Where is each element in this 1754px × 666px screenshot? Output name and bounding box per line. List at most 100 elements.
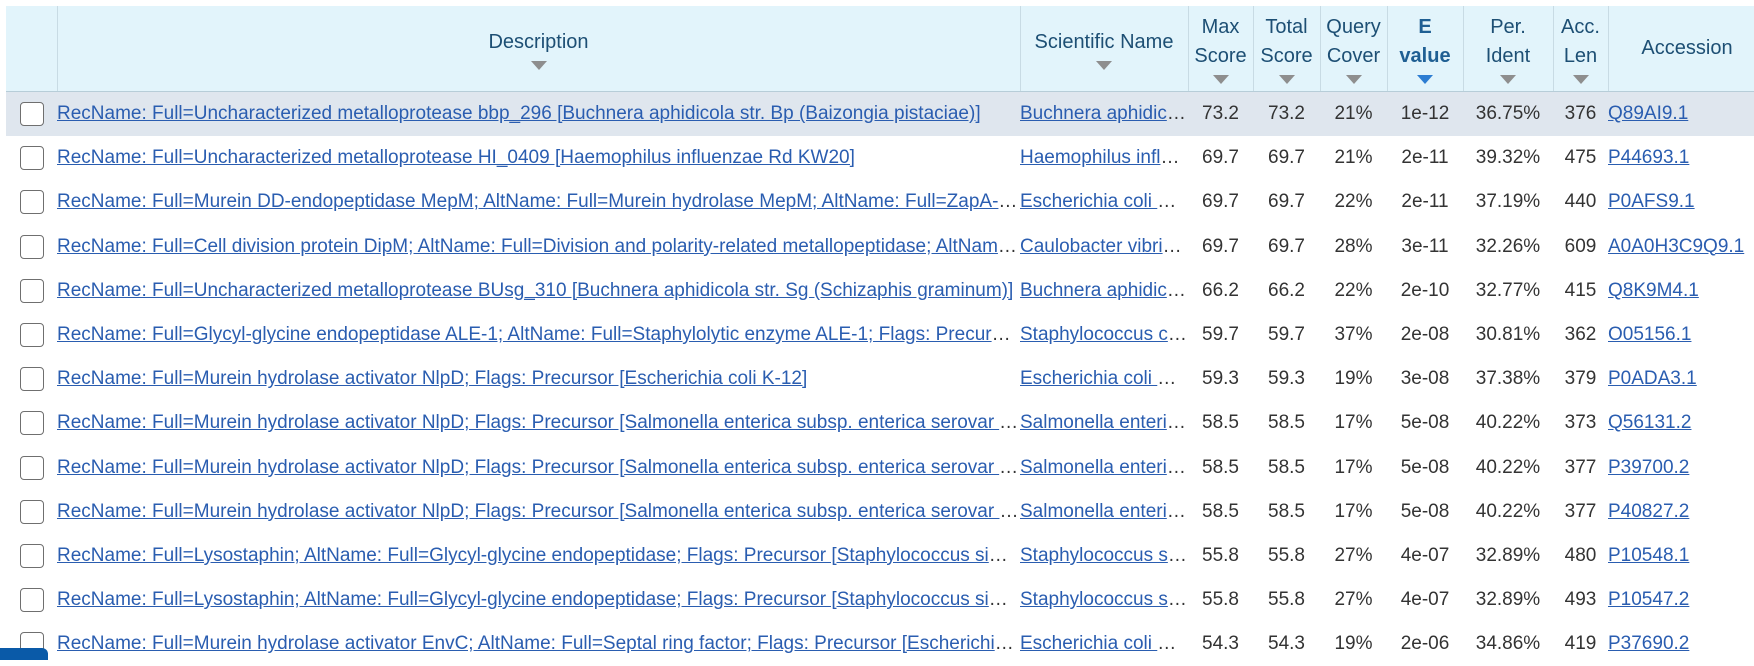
- description-link[interactable]: RecName: Full=Murein hydrolase activator…: [57, 368, 807, 389]
- row-checkbox[interactable]: [20, 411, 44, 435]
- accession-link[interactable]: P40827.2: [1608, 501, 1689, 522]
- accession-link[interactable]: A0A0H3C9Q9.1: [1608, 236, 1744, 257]
- scientific-name-cell: Caulobacter vibrioides: [1020, 225, 1188, 269]
- total-score-cell: 58.5: [1253, 401, 1320, 445]
- sort-caret-icon[interactable]: [1573, 75, 1589, 84]
- scientific-name-link[interactable]: Staphylococcus capitis: [1020, 324, 1188, 345]
- table-row[interactable]: RecName: Full=Lysostaphin; AltName: Full…: [6, 578, 1754, 622]
- sort-caret-icon[interactable]: [1096, 61, 1112, 70]
- table-row[interactable]: RecName: Full=Murein hydrolase activator…: [6, 357, 1754, 401]
- per-ident-value: 32.89%: [1476, 589, 1540, 610]
- scientific-name-link[interactable]: Escherichia coli K-12: [1020, 368, 1188, 389]
- description-link[interactable]: RecName: Full=Murein hydrolase activator…: [57, 501, 1020, 522]
- accession-link[interactable]: P0AFS9.1: [1608, 191, 1695, 212]
- table-row[interactable]: RecName: Full=Murein DD-endopeptidase Me…: [6, 180, 1754, 224]
- column-header-scientific-name[interactable]: Scientific Name: [1020, 6, 1188, 92]
- row-checkbox[interactable]: [20, 588, 44, 612]
- scientific-name-link[interactable]: Salmonella enterica subsp. enterica sero…: [1020, 412, 1188, 433]
- description-link[interactable]: RecName: Full=Murein DD-endopeptidase Me…: [57, 191, 1020, 212]
- description-link[interactable]: RecName: Full=Murein hydrolase activator…: [57, 457, 1020, 478]
- e-value-cell: 3e-11: [1387, 225, 1463, 269]
- e-value-value: 3e-11: [1401, 236, 1448, 257]
- sort-caret-icon[interactable]: [1500, 75, 1516, 84]
- description-link[interactable]: RecName: Full=Uncharacterized metallopro…: [57, 280, 1013, 301]
- scientific-name-link[interactable]: Buchnera aphidicola str. Bp (Baizongia p…: [1020, 103, 1188, 124]
- row-checkbox[interactable]: [20, 544, 44, 568]
- accession-cell: P10548.1: [1608, 534, 1754, 578]
- table-row[interactable]: RecName: Full=Uncharacterized metallopro…: [6, 92, 1754, 137]
- description-link[interactable]: RecName: Full=Lysostaphin; AltName: Full…: [57, 589, 1020, 610]
- column-header-max-score[interactable]: Max Score: [1188, 6, 1253, 92]
- row-checkbox[interactable]: [20, 323, 44, 347]
- column-header-query-cover[interactable]: Query Cover: [1320, 6, 1387, 92]
- description-link[interactable]: RecName: Full=Glycyl-glycine endopeptida…: [57, 324, 1020, 345]
- sort-caret-icon[interactable]: [531, 61, 547, 70]
- sort-caret-icon[interactable]: [1213, 75, 1229, 84]
- scientific-name-link[interactable]: Caulobacter vibrioides: [1020, 236, 1188, 257]
- acc-len-cell: 376: [1553, 92, 1608, 137]
- e-value-cell: 2e-06: [1387, 622, 1463, 666]
- acc-len-cell: 415: [1553, 269, 1608, 313]
- scientific-name-link[interactable]: Escherichia coli K-12: [1020, 191, 1188, 212]
- accession-link[interactable]: P37690.2: [1608, 633, 1689, 654]
- accession-link[interactable]: Q89AI9.1: [1608, 103, 1688, 124]
- row-checkbox[interactable]: [20, 102, 44, 126]
- table-row[interactable]: RecName: Full=Uncharacterized metallopro…: [6, 269, 1754, 313]
- column-header-accession[interactable]: Accession: [1608, 6, 1754, 92]
- acc-len-value: 440: [1565, 191, 1597, 212]
- row-checkbox[interactable]: [20, 146, 44, 170]
- row-select-cell: [6, 534, 57, 578]
- row-checkbox[interactable]: [20, 235, 44, 259]
- column-header-acc-len[interactable]: Acc. Len: [1553, 6, 1608, 92]
- scientific-name-link[interactable]: Staphylococcus simulans: [1020, 589, 1188, 610]
- description-link[interactable]: RecName: Full=Uncharacterized metallopro…: [57, 103, 981, 124]
- column-header-total-score[interactable]: Total Score: [1253, 6, 1320, 92]
- sort-caret-icon[interactable]: [1417, 75, 1433, 84]
- max-score-cell: 59.3: [1188, 357, 1253, 401]
- accession-link[interactable]: P44693.1: [1608, 147, 1689, 168]
- row-checkbox[interactable]: [20, 367, 44, 391]
- table-row[interactable]: RecName: Full=Murein hydrolase activator…: [6, 401, 1754, 445]
- description-cell: RecName: Full=Uncharacterized metallopro…: [57, 92, 1020, 137]
- description-link[interactable]: RecName: Full=Murein hydrolase activator…: [57, 412, 1020, 433]
- accession-link[interactable]: P39700.2: [1608, 457, 1689, 478]
- description-link[interactable]: RecName: Full=Uncharacterized metallopro…: [57, 147, 855, 168]
- sort-caret-icon[interactable]: [1346, 75, 1362, 84]
- row-checkbox[interactable]: [20, 456, 44, 480]
- scientific-name-cell: Haemophilus influenzae Rd KW20: [1020, 136, 1188, 180]
- accession-link[interactable]: P10548.1: [1608, 545, 1689, 566]
- table-row[interactable]: RecName: Full=Lysostaphin; AltName: Full…: [6, 534, 1754, 578]
- column-header-e-value[interactable]: E value: [1387, 6, 1463, 92]
- column-header-description[interactable]: Description: [57, 6, 1020, 92]
- accession-link[interactable]: P0ADA3.1: [1608, 368, 1697, 389]
- description-link[interactable]: RecName: Full=Cell division protein DipM…: [57, 236, 1020, 257]
- accession-link[interactable]: Q8K9M4.1: [1608, 280, 1699, 301]
- query-cover-cell: 28%: [1320, 225, 1387, 269]
- query-cover-value: 22%: [1334, 280, 1372, 301]
- description-link[interactable]: RecName: Full=Lysostaphin; AltName: Full…: [57, 545, 1020, 566]
- scientific-name-link[interactable]: Salmonella enterica subsp. enterica sero…: [1020, 457, 1188, 478]
- scientific-name-link[interactable]: Buchnera aphidicola str. Sg (Schizaphis …: [1020, 280, 1188, 301]
- description-link[interactable]: RecName: Full=Murein hydrolase activator…: [57, 633, 1020, 654]
- table-row[interactable]: RecName: Full=Murein hydrolase activator…: [6, 622, 1754, 666]
- row-checkbox[interactable]: [20, 500, 44, 524]
- row-checkbox[interactable]: [20, 190, 44, 214]
- column-header-per-ident[interactable]: Per. Ident: [1463, 6, 1553, 92]
- scientific-name-cell: Staphylococcus simulans: [1020, 578, 1188, 622]
- accession-link[interactable]: Q56131.2: [1608, 412, 1691, 433]
- table-row[interactable]: RecName: Full=Murein hydrolase activator…: [6, 446, 1754, 490]
- table-row[interactable]: RecName: Full=Glycyl-glycine endopeptida…: [6, 313, 1754, 357]
- row-checkbox[interactable]: [20, 279, 44, 303]
- table-row[interactable]: RecName: Full=Cell division protein DipM…: [6, 225, 1754, 269]
- acc-len-value: 377: [1565, 457, 1597, 478]
- scientific-name-link[interactable]: Salmonella enterica subsp. enterica sero…: [1020, 501, 1188, 522]
- scientific-name-link[interactable]: Escherichia coli K-12: [1020, 633, 1188, 654]
- accession-link[interactable]: O05156.1: [1608, 324, 1691, 345]
- feedback-tab[interactable]: [0, 648, 48, 660]
- table-row[interactable]: RecName: Full=Murein hydrolase activator…: [6, 490, 1754, 534]
- scientific-name-link[interactable]: Haemophilus influenzae Rd KW20: [1020, 147, 1188, 168]
- table-row[interactable]: RecName: Full=Uncharacterized metallopro…: [6, 136, 1754, 180]
- scientific-name-link[interactable]: Staphylococcus simulans: [1020, 545, 1188, 566]
- accession-link[interactable]: P10547.2: [1608, 589, 1689, 610]
- sort-caret-icon[interactable]: [1279, 75, 1295, 84]
